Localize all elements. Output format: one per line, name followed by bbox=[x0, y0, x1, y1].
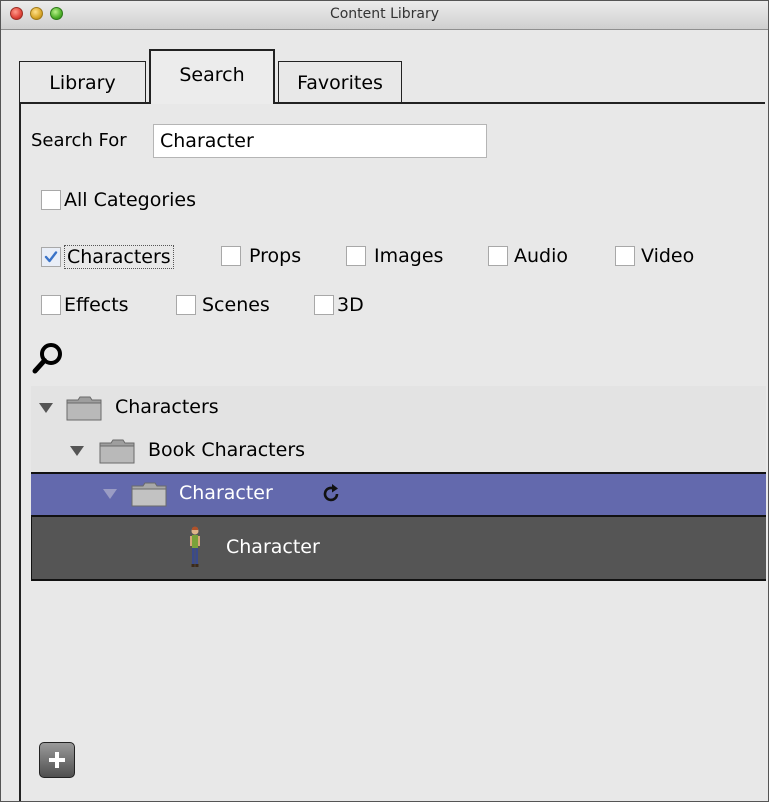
tree-row-label: Character bbox=[179, 482, 273, 504]
tree-row-label: Character bbox=[226, 536, 320, 558]
tab-search-label: Search bbox=[179, 64, 245, 86]
checkbox-video[interactable]: Video bbox=[615, 245, 694, 267]
folder-icon bbox=[99, 439, 135, 464]
tab-favorites[interactable]: Favorites bbox=[278, 61, 402, 103]
checkbox-effects[interactable]: Effects bbox=[41, 294, 129, 316]
checkbox-label: Scenes bbox=[202, 294, 270, 316]
checkbox-props[interactable]: Props bbox=[221, 245, 301, 267]
tree-row-label: Characters bbox=[115, 396, 219, 418]
checkbox-box[interactable] bbox=[176, 295, 196, 315]
checkbox-box[interactable] bbox=[488, 246, 508, 266]
panel-border bbox=[19, 102, 21, 801]
title-bar[interactable]: Content Library bbox=[1, 1, 768, 30]
disclosure-triangle-icon[interactable] bbox=[103, 489, 117, 499]
checkbox-label: 3D bbox=[337, 294, 364, 316]
checkbox-box[interactable] bbox=[615, 246, 635, 266]
checkbox-label: Effects bbox=[64, 294, 129, 316]
checkbox-label: Props bbox=[249, 245, 302, 267]
checkbox-label: Audio bbox=[514, 245, 569, 267]
checkbox-box[interactable] bbox=[314, 295, 334, 315]
tree-row[interactable]: Characters bbox=[31, 386, 766, 429]
checkbox-label: Images bbox=[374, 245, 444, 267]
add-button[interactable] bbox=[39, 742, 75, 778]
search-input[interactable] bbox=[153, 124, 487, 158]
checkbox-label: Video bbox=[641, 245, 695, 267]
checkbox-images[interactable]: Images bbox=[346, 245, 443, 267]
folder-icon bbox=[66, 396, 102, 421]
tab-divider bbox=[275, 102, 765, 104]
checkbox-box[interactable] bbox=[346, 246, 366, 266]
plus-icon bbox=[49, 752, 65, 768]
search-icon[interactable] bbox=[31, 341, 65, 375]
tab-search[interactable]: Search bbox=[149, 49, 275, 104]
disclosure-triangle-icon[interactable] bbox=[70, 446, 84, 456]
checkbox-label: Characters bbox=[64, 245, 174, 269]
checkbox-characters[interactable]: Characters bbox=[41, 245, 174, 269]
checkbox-box[interactable] bbox=[221, 246, 241, 266]
content-library-window: Content Library Library Search Favorites… bbox=[0, 0, 769, 802]
disclosure-triangle-icon[interactable] bbox=[39, 403, 53, 413]
refresh-icon[interactable] bbox=[320, 483, 342, 505]
checkbox-box[interactable] bbox=[41, 295, 61, 315]
window-title: Content Library bbox=[329, 6, 440, 22]
tab-library[interactable]: Library bbox=[19, 61, 146, 103]
tree-row-selected[interactable]: Character bbox=[31, 472, 766, 517]
tab-divider bbox=[19, 102, 149, 104]
search-for-label: Search For bbox=[31, 130, 127, 151]
checkbox-label: All Categories bbox=[64, 189, 197, 211]
tree-row-item[interactable]: Character bbox=[31, 517, 766, 581]
character-figure-icon bbox=[190, 526, 200, 567]
folder-icon bbox=[131, 482, 167, 507]
tree-row[interactable]: Book Characters bbox=[31, 429, 766, 472]
tree-row-label: Book Characters bbox=[148, 439, 306, 461]
checkbox-audio[interactable]: Audio bbox=[488, 245, 568, 267]
checkbox-scenes[interactable]: Scenes bbox=[176, 294, 270, 316]
checkbox-3d[interactable]: 3D bbox=[314, 294, 364, 316]
checkbox-all-categories[interactable]: All Categories bbox=[41, 189, 196, 211]
checkmark-icon bbox=[44, 251, 58, 263]
checkbox-box[interactable] bbox=[41, 190, 61, 210]
results-tree: Characters Book Characters Character Cha… bbox=[31, 386, 766, 581]
checkbox-box-checked[interactable] bbox=[41, 247, 61, 267]
